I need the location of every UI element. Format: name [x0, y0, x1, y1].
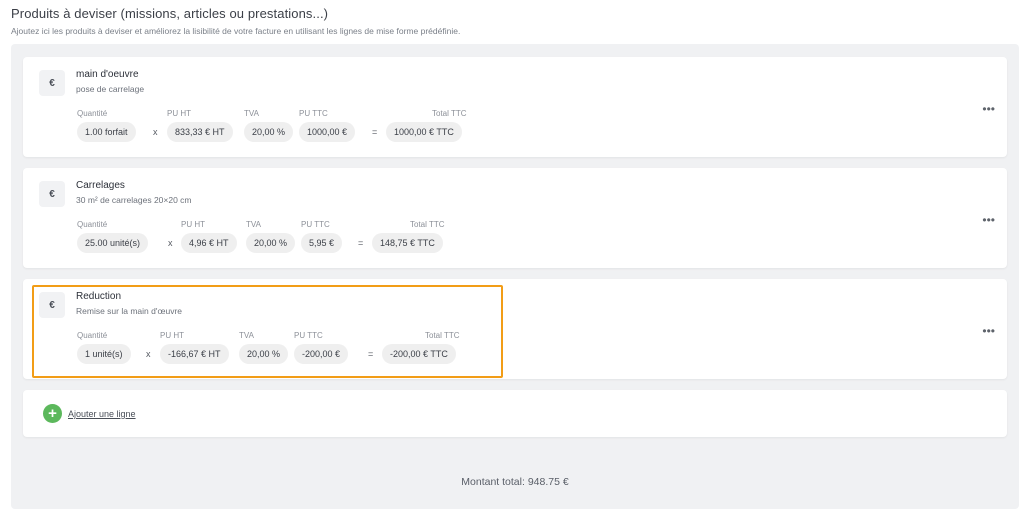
label-pu-ttc: PU TTC	[294, 331, 323, 340]
times-operator: x	[146, 349, 151, 359]
product-line-card[interactable]: € Carrelages 30 m² de carrelages 20×20 c…	[23, 168, 1007, 268]
product-name[interactable]: main d'oeuvre	[76, 69, 139, 80]
euro-icon: €	[39, 181, 65, 207]
add-line-card[interactable]: + Ajouter une ligne	[23, 390, 1007, 437]
add-icon[interactable]: +	[43, 404, 62, 423]
euro-icon: €	[39, 292, 65, 318]
label-tva: TVA	[246, 220, 261, 229]
section-title: Produits à deviser (missions, articles o…	[11, 6, 329, 21]
more-options-icon[interactable]: •••	[982, 103, 995, 115]
tva-field[interactable]: 20,00 %	[239, 344, 289, 364]
pu-ttc-field[interactable]: 5,95 €	[301, 233, 343, 253]
equals-operator: =	[358, 238, 364, 248]
equals-operator: =	[372, 127, 378, 137]
label-quantity: Quantité	[77, 109, 108, 118]
total-ttc-field: 1000,00 € TTC	[386, 122, 462, 142]
label-total-ttc: Total TTC	[410, 220, 445, 229]
more-options-icon[interactable]: •••	[982, 325, 995, 337]
equals-operator: =	[368, 349, 374, 359]
total-amount: Montant total: 948.75 €	[461, 476, 569, 488]
label-pu-ttc: PU TTC	[301, 220, 330, 229]
quantity-field[interactable]: 1.00 forfait	[77, 122, 136, 142]
pu-ht-field[interactable]: 4,96 € HT	[181, 233, 237, 253]
label-tva: TVA	[239, 331, 254, 340]
label-total-ttc: Total TTC	[432, 109, 467, 118]
total-ttc-field: 148,75 € TTC	[372, 233, 443, 253]
add-line-link[interactable]: Ajouter une ligne	[68, 409, 136, 419]
product-name[interactable]: Reduction	[76, 291, 121, 302]
section-subtitle: Ajoutez ici les produits à deviser et am…	[11, 26, 461, 36]
pu-ht-field[interactable]: -166,67 € HT	[160, 344, 229, 364]
tva-field[interactable]: 20,00 %	[244, 122, 294, 142]
quote-products-page: Produits à deviser (missions, articles o…	[0, 0, 1024, 509]
label-tva: TVA	[244, 109, 259, 118]
more-options-icon[interactable]: •••	[982, 214, 995, 226]
label-pu-ht: PU HT	[167, 109, 191, 118]
product-line-card[interactable]: € main d'oeuvre pose de carrelage Quanti…	[23, 57, 1007, 157]
product-name[interactable]: Carrelages	[76, 180, 125, 191]
product-description[interactable]: Remise sur la main d'œuvre	[76, 306, 182, 316]
product-line-card[interactable]: € Reduction Remise sur la main d'œuvre Q…	[23, 279, 1007, 379]
tva-field[interactable]: 20,00 %	[246, 233, 296, 253]
product-description[interactable]: 30 m² de carrelages 20×20 cm	[76, 195, 192, 205]
label-quantity: Quantité	[77, 331, 108, 340]
euro-icon: €	[39, 70, 65, 96]
pu-ht-field[interactable]: 833,33 € HT	[167, 122, 233, 142]
times-operator: x	[153, 127, 158, 137]
label-quantity: Quantité	[77, 220, 108, 229]
label-pu-ht: PU HT	[181, 220, 205, 229]
pu-ttc-field[interactable]: -200,00 €	[294, 344, 349, 364]
label-pu-ht: PU HT	[160, 331, 184, 340]
quantity-field[interactable]: 25.00 unité(s)	[77, 233, 149, 253]
quantity-field[interactable]: 1 unité(s)	[77, 344, 131, 364]
total-ttc-field: -200,00 € TTC	[382, 344, 456, 364]
products-panel: € main d'oeuvre pose de carrelage Quanti…	[11, 44, 1019, 509]
times-operator: x	[168, 238, 173, 248]
label-total-ttc: Total TTC	[425, 331, 460, 340]
label-pu-ttc: PU TTC	[299, 109, 328, 118]
pu-ttc-field[interactable]: 1000,00 €	[299, 122, 356, 142]
product-description[interactable]: pose de carrelage	[76, 84, 144, 94]
